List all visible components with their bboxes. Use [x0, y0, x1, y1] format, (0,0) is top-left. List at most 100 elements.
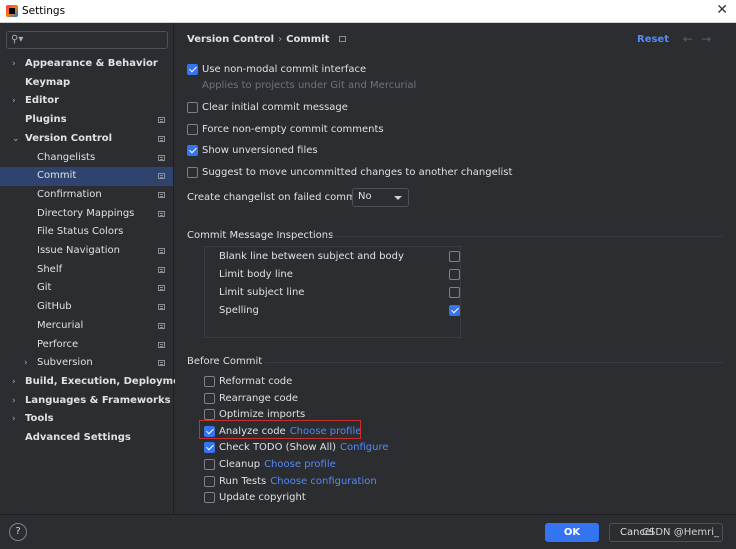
history-navigation: ←→ [683, 32, 719, 46]
chevron-right-icon[interactable]: › [12, 55, 16, 74]
sidebar-item-appearance-behavior[interactable]: › Appearance & Behavior [0, 55, 173, 74]
chevron-right-icon[interactable]: › [24, 354, 28, 373]
inspection-checkbox[interactable] [449, 287, 460, 298]
reset-button[interactable]: Reset [637, 34, 669, 45]
inspection-item[interactable]: Limit body line [205, 266, 460, 284]
inspection-item[interactable]: Limit subject line [205, 284, 460, 302]
breadcrumb-version-control[interactable]: Version Control [187, 34, 274, 45]
search-input[interactable]: ⚲▾ [6, 31, 168, 49]
window-titlebar: Settings ✕ [0, 0, 736, 23]
force-non-empty-checkbox[interactable] [187, 124, 198, 135]
before-commit-checkbox[interactable] [204, 376, 215, 387]
close-icon[interactable]: ✕ [716, 2, 728, 18]
sidebar-item-languages-frameworks[interactable]: › Languages & Frameworks [0, 392, 173, 411]
sidebar-item-label: GitHub [37, 301, 72, 313]
chevron-down-icon [394, 196, 402, 200]
before-commit-link[interactable]: Configure [340, 442, 388, 453]
show-unversioned-checkbox[interactable] [187, 145, 198, 156]
chevron-right-icon[interactable]: › [12, 373, 16, 392]
project-scope-icon [158, 154, 165, 161]
project-scope-icon [158, 210, 165, 217]
sidebar-item-label: Changelists [37, 151, 96, 163]
before-commit-divider [265, 362, 723, 363]
before-commit-label: Cleanup [219, 459, 261, 470]
cancel-button[interactable]: Cancel CSDN @Hemri_ [609, 523, 723, 542]
inspections-section-title: Commit Message Inspections [187, 230, 334, 241]
inspection-label: Spelling [219, 305, 259, 316]
before-commit-checkbox[interactable] [204, 442, 215, 454]
before-commit-label: Run Tests [219, 475, 267, 487]
ok-button[interactable]: OK [545, 523, 599, 542]
before-commit-label: Update copyright [219, 492, 306, 504]
project-scope-icon [158, 135, 165, 142]
sidebar-item-changelists[interactable]: Changelists [0, 149, 173, 168]
project-scope-icon [338, 36, 346, 42]
create-changelist-label: Create changelist on failed commit: [187, 192, 366, 203]
sidebar-item-shelf[interactable]: Shelf [0, 261, 173, 280]
sidebar-item-label: Commit [37, 170, 77, 182]
before-commit-link[interactable]: Choose configuration [270, 476, 376, 487]
back-arrow-icon[interactable]: ← [683, 32, 701, 46]
inspection-checkbox[interactable] [449, 251, 460, 262]
breadcrumb-commit: Commit [286, 34, 330, 45]
inspections-divider [327, 236, 723, 237]
sidebar-item-directory-mappings[interactable]: Directory Mappings [0, 205, 173, 224]
project-scope-icon [158, 191, 165, 198]
analyze-code-highlight [199, 420, 361, 439]
project-scope-icon [158, 173, 165, 180]
chevron-down-icon[interactable]: ⌄ [12, 130, 20, 149]
sidebar-item-label: Directory Mappings [37, 207, 135, 219]
sidebar-item-label: File Status Colors [37, 226, 124, 238]
sidebar-item-subversion[interactable]: › Subversion [0, 354, 173, 373]
before-commit-section-title: Before Commit [187, 356, 263, 367]
inspection-item[interactable]: Blank line between subject and body [205, 248, 460, 266]
inspection-checkbox[interactable] [449, 305, 460, 316]
sidebar-item-label: Plugins [25, 114, 67, 126]
sidebar-item-keymap[interactable]: Keymap [0, 74, 173, 93]
sidebar-item-github[interactable]: GitHub [0, 298, 173, 317]
sidebar-item-confirmation[interactable]: Confirmation [0, 186, 173, 205]
sidebar-item-git[interactable]: Git [0, 279, 173, 298]
before-commit-checkbox[interactable] [204, 409, 215, 421]
search-icon: ⚲▾ [11, 34, 24, 45]
sidebar-item-label: Confirmation [37, 188, 102, 200]
suggest-move-checkbox[interactable] [187, 167, 198, 178]
inspections-list: Blank line between subject and body Limit… [204, 246, 461, 338]
before-commit-checkbox[interactable] [204, 459, 215, 470]
help-button[interactable]: ? [9, 523, 27, 541]
create-changelist-select[interactable]: No [352, 188, 409, 207]
sidebar-item-tools[interactable]: › Tools [0, 410, 173, 429]
before-commit-label: Check TODO (Show All) [219, 442, 337, 454]
breadcrumb-separator: › [278, 34, 283, 45]
dialog-footer: ? OK Cancel CSDN @Hemri_ [0, 514, 736, 549]
before-commit-checkbox[interactable] [204, 475, 215, 487]
chevron-right-icon[interactable]: › [12, 392, 16, 411]
non-modal-commit-checkbox[interactable] [187, 64, 198, 75]
project-scope-icon [158, 304, 165, 311]
forward-arrow-icon[interactable]: → [701, 32, 719, 46]
sidebar-item-editor[interactable]: › Editor [0, 92, 173, 111]
sidebar-item-issue-navigation[interactable]: Issue Navigation [0, 242, 173, 261]
inspection-item[interactable]: Spelling [205, 302, 460, 320]
sidebar-item-build-execution-deployment[interactable]: › Build, Execution, Deployment [0, 373, 192, 392]
sidebar-item-label: Issue Navigation [37, 245, 120, 256]
project-scope-icon [158, 248, 165, 254]
create-changelist-value: No [358, 191, 372, 202]
sidebar-item-mercurial[interactable]: Mercurial [0, 317, 173, 336]
sidebar-item-advanced-settings[interactable]: Advanced Settings [0, 429, 173, 448]
before-commit-checkbox[interactable] [204, 492, 215, 504]
sidebar-item-plugins[interactable]: Plugins [0, 111, 173, 130]
before-commit-link[interactable]: Choose profile [264, 459, 336, 470]
sidebar-item-version-control[interactable]: ⌄ Version Control [0, 130, 173, 149]
clear-initial-message-checkbox[interactable] [187, 102, 198, 113]
commit-settings-panel: Version Control › Commit Reset ←→ Use non-… [175, 23, 736, 514]
before-commit-checkbox[interactable] [204, 392, 215, 404]
sidebar-item-commit[interactable]: Commit [0, 167, 173, 186]
sidebar-item-label: Mercurial [37, 319, 84, 331]
sidebar-item-perforce[interactable]: Perforce [0, 336, 173, 355]
project-scope-icon [158, 117, 165, 124]
chevron-right-icon[interactable]: › [12, 92, 16, 111]
sidebar-item-file-status-colors[interactable]: File Status Colors [0, 223, 173, 242]
chevron-right-icon[interactable]: › [12, 410, 16, 429]
inspection-checkbox[interactable] [449, 269, 460, 280]
